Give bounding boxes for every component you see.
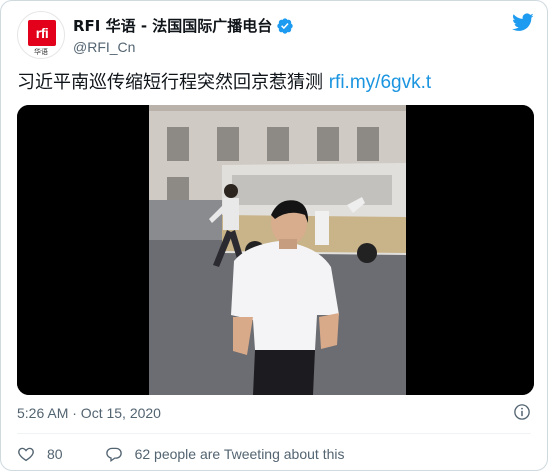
rfi-logo: rfi — [28, 20, 56, 46]
reply-button[interactable]: 62 people are Tweeting about this — [105, 445, 345, 463]
tweet-body: 习近平南巡传缩短行程突然回京惹猜测 — [17, 72, 329, 93]
like-button[interactable]: 80 — [17, 445, 63, 463]
author-name-row[interactable]: RFI 华语 - 法国国际广播电台 — [73, 15, 294, 36]
video-frame — [17, 105, 534, 395]
video-media[interactable] — [17, 105, 534, 395]
rfi-logo-subtext: 华语 — [34, 48, 48, 56]
reply-cta: 62 people are Tweeting about this — [134, 446, 345, 462]
avatar[interactable]: rfi 华语 — [17, 11, 65, 59]
author-display-name[interactable]: RFI 华语 - 法国国际广播电台 — [73, 15, 272, 36]
like-count: 80 — [47, 446, 63, 462]
twitter-bird-icon[interactable] — [511, 11, 535, 33]
comment-icon — [105, 447, 122, 463]
info-icon[interactable] — [513, 403, 531, 421]
tweet-text: 习近平南巡传缩短行程突然回京惹猜测 rfi.my/6gvk.t — [17, 71, 537, 95]
tweet-timestamp[interactable]: 5:26 AM · Oct 15, 2020 — [17, 405, 161, 421]
author-names: RFI 华语 - 法国国际广播电台 @RFI_Cn — [73, 15, 294, 55]
tweet-header: rfi 华语 RFI 华语 - 法国国际广播电台 @RFI_Cn — [17, 11, 535, 59]
tweet-actions: 80 62 people are Tweeting about this — [17, 443, 344, 465]
tweet-link[interactable]: rfi.my/6gvk.t — [329, 72, 431, 93]
heart-icon — [18, 447, 34, 462]
verified-badge-icon — [277, 17, 293, 34]
author-handle[interactable]: @RFI_Cn — [73, 39, 294, 55]
tweet-card: rfi 华语 RFI 华语 - 法国国际广播电台 @RFI_Cn 习近平南巡传缩… — [0, 0, 548, 471]
divider — [17, 433, 531, 434]
